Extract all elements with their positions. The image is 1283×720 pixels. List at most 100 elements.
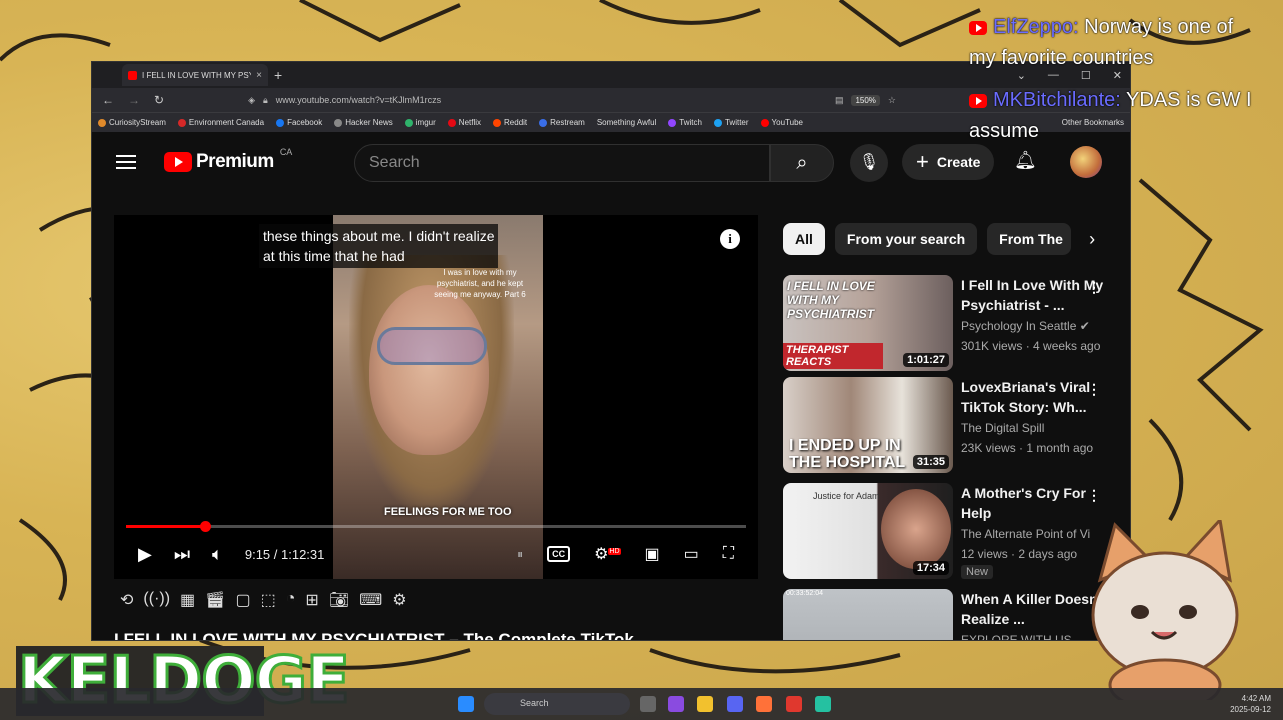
autoplay-toggle[interactable]: ⏸︎: [517, 547, 523, 562]
reload-button[interactable]: ↻: [154, 93, 164, 107]
url-text[interactable]: www.youtube.com/watch?v=tKJlmM1rczs: [276, 95, 441, 105]
cards-icon[interactable]: ▦: [180, 590, 195, 610]
recommendation-item[interactable]: Justice for Adam 17:34 A Mother's Cry Fo…: [783, 483, 1123, 579]
keyboard-icon[interactable]: ⌨︎: [359, 590, 382, 610]
audio-icon[interactable]: ((·)): [143, 590, 170, 610]
video-thumbnail[interactable]: I ENDED UP IN THE HOSPITAL 31:35: [783, 377, 953, 473]
create-button[interactable]: + Create: [902, 144, 995, 180]
player-controls: ▶ ⏭︎ 🔈︎ 9:15 / 1:12:31 ⏸︎ CC ⚙︎HD ▣ ▭ ⛶: [114, 540, 758, 568]
taskbar-search-label: Search: [520, 698, 549, 708]
channel-name[interactable]: The Digital Spill: [961, 421, 1044, 435]
gear-icon[interactable]: ⚙︎: [392, 590, 406, 610]
speed-icon[interactable]: ◔: [286, 590, 296, 610]
fullscreen-icon[interactable]: ⛶: [723, 545, 734, 563]
taskbar-search[interactable]: Search: [484, 693, 630, 715]
app-icon[interactable]: [815, 696, 831, 712]
video-player[interactable]: I was in love with my psychiatrist, and …: [114, 215, 758, 579]
more-options-icon[interactable]: ⋮: [1087, 381, 1101, 398]
play-icon[interactable]: ▶: [138, 544, 152, 565]
scrubber-handle[interactable]: [199, 521, 211, 532]
pip-icon[interactable]: ▢: [235, 590, 250, 610]
channel-name[interactable]: The Alternate Point of Vi: [961, 527, 1090, 541]
tab-youtube[interactable]: I FELL IN LOVE WITH MY PSYCH ×: [122, 64, 268, 86]
next-icon[interactable]: ⏭︎: [174, 544, 190, 565]
discord-icon[interactable]: [727, 696, 743, 712]
bookmark-item[interactable]: Restream: [539, 118, 585, 127]
close-tab-icon[interactable]: ×: [256, 70, 262, 81]
notifications-bell-icon[interactable]: 🔔︎: [1014, 150, 1037, 171]
bookmark-item[interactable]: Environment Canada: [177, 118, 264, 127]
chevron-right-icon[interactable]: ›: [1089, 229, 1095, 250]
video-overlay-text: I was in love with my psychiatrist, and …: [434, 268, 526, 299]
bookmark-item[interactable]: YouTube: [760, 118, 803, 127]
forward-button[interactable]: →: [128, 93, 140, 107]
progress-bar[interactable]: [126, 521, 746, 532]
voice-search-button[interactable]: 🎙︎: [850, 144, 888, 182]
back-button[interactable]: ←: [102, 93, 114, 107]
search-button[interactable]: ⌕: [770, 144, 834, 182]
add-icon[interactable]: ⊞: [305, 590, 318, 610]
chat-message: MKBitchilante: YDAS is GW I assume: [969, 85, 1259, 147]
miniplayer-icon[interactable]: ▣: [645, 544, 660, 564]
new-tab-button[interactable]: +: [274, 67, 282, 83]
loop-icon[interactable]: ⟲: [120, 590, 133, 610]
volume-icon[interactable]: 🔈︎: [212, 544, 223, 565]
menu-icon[interactable]: [116, 155, 136, 169]
search-icon: ⌕: [796, 152, 808, 174]
search-input[interactable]: Search: [354, 144, 770, 182]
avatar[interactable]: [1070, 146, 1102, 178]
bookmark-item[interactable]: Netflix: [447, 118, 481, 127]
task-view-icon[interactable]: [640, 696, 656, 712]
youtube-logo[interactable]: Premium CA: [164, 147, 292, 173]
app-icon[interactable]: [786, 696, 802, 712]
clapper-icon[interactable]: 🎬︎: [205, 590, 225, 610]
channel-name[interactable]: EXPLORE WITH US: [961, 633, 1072, 640]
channel-name[interactable]: Psychology In Seattle ✔: [961, 319, 1090, 333]
hacker-news-icon: [334, 118, 343, 127]
firefox-icon[interactable]: [756, 696, 772, 712]
windows-start-icon[interactable]: [458, 696, 474, 712]
video-title: I FELL IN LOVE WITH MY PSYCHIATRIST – Th…: [114, 630, 634, 641]
address-bar[interactable]: ◈ 🔒︎ www.youtube.com/watch?v=tKJlmM1rczs…: [248, 94, 896, 106]
bookmark-item[interactable]: Twitter: [713, 118, 749, 127]
camera-icon[interactable]: 📷︎: [329, 590, 349, 610]
video-thumbnail[interactable]: I FELL IN LOVE WITH MY PSYCHIATRIST THER…: [783, 275, 953, 371]
copilot-icon[interactable]: [668, 696, 684, 712]
frame-icon[interactable]: ⬚: [261, 590, 276, 610]
person-face: [369, 285, 489, 455]
recommendation-item[interactable]: I ENDED UP IN THE HOSPITAL 31:35 LovexBr…: [783, 377, 1123, 473]
thumbnail-text: THERAPIST REACTS: [783, 343, 883, 369]
chip-from-your-search[interactable]: From your search: [834, 223, 978, 255]
bookmark-item[interactable]: Facebook: [276, 118, 322, 127]
star-icon[interactable]: ☆: [888, 95, 896, 106]
captions-button[interactable]: CC: [547, 546, 571, 562]
theater-mode-icon[interactable]: ▭: [684, 544, 699, 564]
tab-title: I FELL IN LOVE WITH MY PSYCH: [142, 70, 251, 80]
video-thumbnail[interactable]: 00:33:52:04: [783, 589, 953, 640]
caption-sticker: FEELINGS FOR ME TOO: [384, 506, 512, 518]
settings-gear-icon[interactable]: ⚙︎HD: [594, 544, 621, 564]
more-options-icon[interactable]: ⋮: [1087, 279, 1101, 296]
zoom-level[interactable]: 150%: [851, 94, 880, 106]
video-thumbnail[interactable]: Justice for Adam 17:34: [783, 483, 953, 579]
chip-all[interactable]: All: [783, 223, 825, 255]
recommendation-item[interactable]: 00:33:52:04 When A Killer Doesn't Realiz…: [783, 589, 1123, 640]
file-explorer-icon[interactable]: [697, 696, 713, 712]
reader-icon[interactable]: ▤: [835, 95, 844, 106]
subtitle-box: these things about me. I didn't realize …: [259, 224, 499, 268]
thumbnail-portrait: [881, 489, 951, 569]
bookmark-item[interactable]: Twitch: [668, 118, 702, 127]
bookmark-item[interactable]: CuriosityStream: [98, 118, 166, 127]
netflix-icon: [447, 118, 456, 127]
right-controls: ⏸︎ CC ⚙︎HD ▣ ▭ ⛶: [517, 544, 734, 564]
recommendation-item[interactable]: I FELL IN LOVE WITH MY PSYCHIATRIST THER…: [783, 275, 1123, 371]
bookmark-item[interactable]: Hacker News: [334, 118, 393, 127]
more-options-icon[interactable]: ⋮: [1087, 487, 1101, 504]
chip-from-the[interactable]: From The: [987, 223, 1072, 255]
bookmark-item[interactable]: Reddit: [493, 118, 527, 127]
region-code: CA: [279, 147, 293, 157]
bookmark-item[interactable]: imgur: [404, 118, 436, 127]
system-clock[interactable]: 4:42 AM 2025-09-12: [1230, 693, 1271, 715]
bookmark-item[interactable]: Something Awful: [597, 118, 656, 127]
info-icon[interactable]: i: [720, 229, 740, 249]
